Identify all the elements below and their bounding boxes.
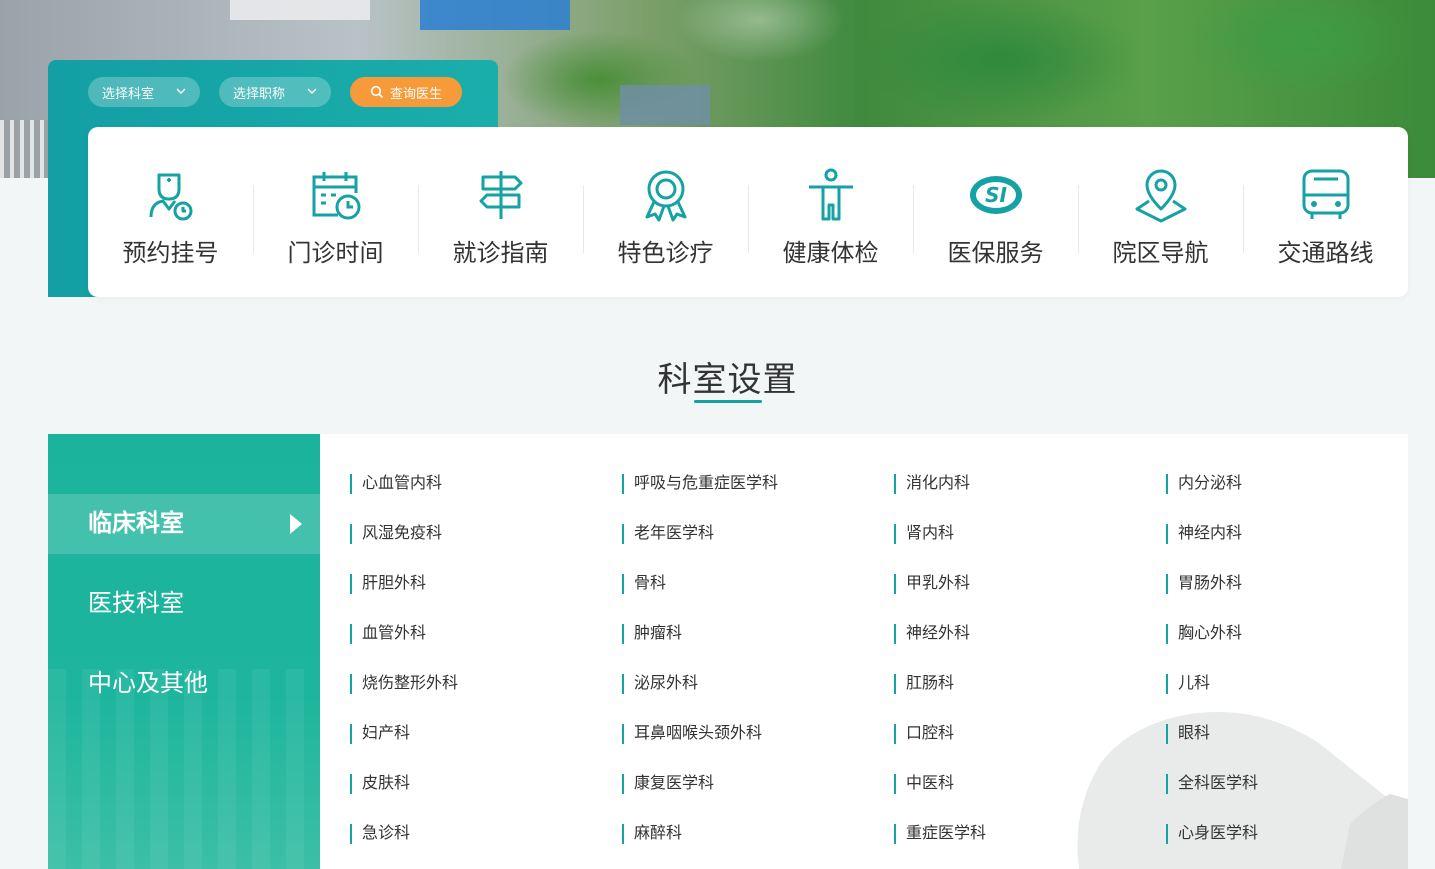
doctor-appointment-icon [149, 173, 192, 221]
signpost-icon [479, 171, 522, 219]
title-select[interactable]: 选择职称 [219, 77, 331, 107]
department-link[interactable]: 麻醉科 [622, 824, 682, 844]
hero-building [230, 0, 370, 20]
department-select-label: 选择科室 [102, 85, 155, 101]
award-ribbon-icon [645, 170, 686, 222]
tab-label: 医技科室 [88, 590, 184, 617]
department-link[interactable]: 中医科 [894, 774, 954, 794]
department-category-tabs: 临床科室 医技科室 中心及其他 [48, 434, 320, 869]
department-link[interactable]: 重症医学科 [894, 824, 986, 844]
person-fitness-icon [808, 168, 853, 221]
department-link[interactable]: 妇产科 [350, 724, 410, 744]
map-pin-icon [1135, 169, 1186, 223]
service-label: 预约挂号 [122, 240, 219, 267]
tab-clinical-departments[interactable]: 临床科室 [48, 494, 320, 554]
caret-right-icon [290, 514, 302, 534]
department-link[interactable]: 肛肠科 [894, 674, 954, 694]
quick-services-card: 预约挂号 门诊时间 就诊指南 特色诊疗 健康体检 SI 医保服务 院区导航 交通… [88, 127, 1408, 297]
service-transport-route[interactable]: 交通路线 [1243, 127, 1408, 297]
social-insurance-si-icon: SI [969, 176, 1022, 214]
department-link[interactable]: 耳鼻咽喉头颈外科 [622, 724, 762, 744]
department-link[interactable]: 皮肤科 [350, 774, 410, 794]
department-link[interactable]: 儿科 [1166, 674, 1210, 694]
department-link[interactable]: 内分泌科 [1166, 474, 1242, 494]
title-select-label: 选择职称 [233, 85, 286, 101]
service-campus-navigation[interactable]: 院区导航 [1078, 127, 1243, 297]
department-link[interactable]: 风湿免疫科 [350, 524, 442, 544]
department-link[interactable]: 急诊科 [350, 824, 410, 844]
department-link[interactable]: 心身医学科 [1166, 824, 1258, 844]
department-link[interactable]: 骨科 [622, 574, 666, 594]
service-label: 门诊时间 [287, 240, 384, 267]
department-select[interactable]: 选择科室 [88, 77, 200, 107]
department-link[interactable]: 老年医学科 [622, 524, 714, 544]
section-title: 科室设置 [657, 361, 798, 399]
department-link[interactable]: 甲乳外科 [894, 574, 970, 594]
section-title-underline [694, 400, 762, 403]
department-link[interactable]: 肝胆外科 [350, 574, 426, 594]
department-link[interactable]: 血管外科 [350, 624, 426, 644]
search-icon [370, 85, 384, 99]
department-link[interactable]: 口腔科 [894, 724, 954, 744]
service-health-checkup[interactable]: 健康体检 [748, 127, 913, 297]
department-link[interactable]: 肿瘤科 [622, 624, 682, 644]
service-clinic-hours[interactable]: 门诊时间 [253, 127, 418, 297]
department-link[interactable]: 心血管内科 [350, 474, 442, 494]
service-medical-insurance[interactable]: SI 医保服务 [913, 127, 1078, 297]
bus-icon [1302, 169, 1349, 219]
department-link[interactable]: 神经外科 [894, 624, 970, 644]
department-link[interactable]: 肾内科 [894, 524, 954, 544]
department-link[interactable]: 胸心外科 [1166, 624, 1242, 644]
service-label: 特色诊疗 [617, 240, 714, 267]
department-link[interactable]: 消化内科 [894, 474, 970, 494]
service-label: 就诊指南 [452, 240, 549, 267]
query-doctor-label: 查询医生 [389, 85, 442, 101]
svg-text:SI: SI [985, 183, 1007, 207]
department-link[interactable]: 泌尿外科 [622, 674, 698, 694]
service-special-treatment[interactable]: 特色诊疗 [583, 127, 748, 297]
department-link[interactable]: 呼吸与危重症医学科 [622, 474, 778, 494]
service-label: 医保服务 [947, 240, 1044, 267]
service-label: 院区导航 [1112, 240, 1209, 267]
department-link[interactable]: 眼科 [1166, 724, 1210, 744]
department-link[interactable]: 神经内科 [1166, 524, 1242, 544]
tab-label: 中心及其他 [88, 670, 208, 697]
department-link[interactable]: 烧伤整形外科 [350, 674, 458, 694]
chevron-down-icon [307, 88, 317, 94]
tab-label: 临床科室 [88, 510, 184, 537]
hero-building [620, 85, 710, 125]
calendar-clock-icon [312, 172, 360, 220]
chevron-down-icon [176, 88, 186, 94]
department-list: 心血管内科 呼吸与危重症医学科 消化内科 内分泌科风湿免疫科 老年医学科 肾内科 神经内科肝… [320, 434, 1408, 869]
service-label: 交通路线 [1277, 240, 1374, 267]
tab-medical-technology-departments[interactable]: 医技科室 [48, 574, 320, 634]
query-doctor-button[interactable]: 查询医生 [350, 77, 462, 107]
department-link[interactable]: 胃肠外科 [1166, 574, 1242, 594]
service-label: 健康体检 [782, 240, 879, 267]
service-visit-guide[interactable]: 就诊指南 [418, 127, 583, 297]
tab-centers-and-others[interactable]: 中心及其他 [48, 654, 320, 714]
hero-building [420, 0, 570, 30]
department-link[interactable]: 康复医学科 [622, 774, 714, 794]
service-appointment[interactable]: 预约挂号 [88, 127, 253, 297]
department-link[interactable]: 全科医学科 [1166, 774, 1258, 794]
